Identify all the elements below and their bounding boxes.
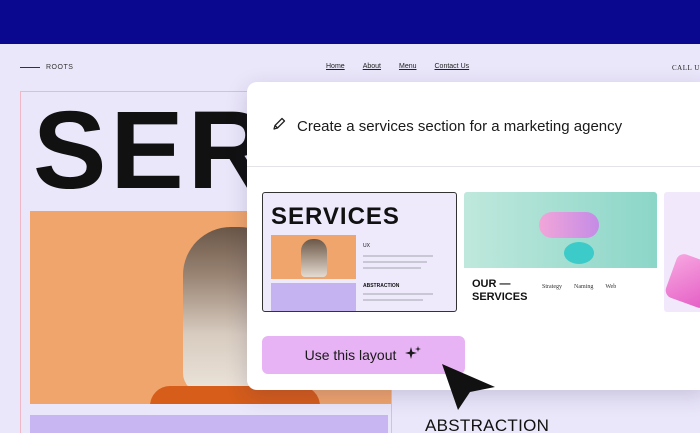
nav-contact-us[interactable]: Contact Us <box>435 63 470 70</box>
nav-home[interactable]: Home <box>326 63 345 70</box>
thumb-lilac-photo <box>271 283 356 311</box>
layout-thumbnail-2[interactable]: OUR — SERVICES Strategy Naming Web <box>464 192 657 312</box>
prompt-text: Create a services section for a marketin… <box>297 117 623 135</box>
thumb-shape <box>564 242 594 264</box>
layout-thumbnail-1[interactable]: SERVICES UX ABSTRACTION <box>262 192 457 312</box>
thumb-photo <box>271 235 356 279</box>
nav-menu[interactable]: Menu <box>399 63 417 70</box>
pencil-icon <box>271 116 287 136</box>
thumb-col: Web <box>605 284 617 290</box>
top-bar <box>0 0 700 44</box>
brand-line <box>20 67 40 68</box>
thumb-label-ux: UX <box>363 243 370 249</box>
thumb-title-line2: SERVICES <box>472 291 528 303</box>
thumb-label-abstraction: ABSTRACTION <box>363 283 400 289</box>
thumb-title: SERVICES <box>271 203 400 230</box>
nav-about[interactable]: About <box>363 63 381 70</box>
call-us-link[interactable]: CALL US <box>672 64 700 72</box>
thumb-col: Strategy <box>542 284 562 290</box>
hero-title: SER <box>33 89 272 212</box>
brand-logo[interactable]: ROOTS <box>20 64 73 71</box>
site-nav: Home About Menu Contact Us <box>326 63 469 70</box>
lilac-block <box>30 415 388 433</box>
prompt-row[interactable]: Create a services section for a marketin… <box>271 116 622 136</box>
thumb-columns: Strategy Naming Web <box>542 284 616 290</box>
thumb-title: OUR — SERVICES <box>472 278 528 303</box>
thumb-title-line1: OUR <box>472 278 497 290</box>
section-label: ABSTRACTION <box>425 416 550 433</box>
ai-layout-panel: Create a services section for a marketin… <box>247 82 700 390</box>
thumb-col: Naming <box>574 284 594 290</box>
use-layout-button[interactable]: Use this layout <box>262 336 465 374</box>
panel-divider <box>247 166 700 167</box>
brand-name: ROOTS <box>46 64 74 71</box>
mouse-pointer-icon <box>440 362 500 417</box>
thumb-3d-art <box>664 251 700 311</box>
sparkle-icon <box>404 345 422 366</box>
use-layout-label: Use this layout <box>304 347 397 363</box>
layout-thumbnail-3[interactable] <box>664 192 700 312</box>
thumb-shape <box>539 212 599 238</box>
